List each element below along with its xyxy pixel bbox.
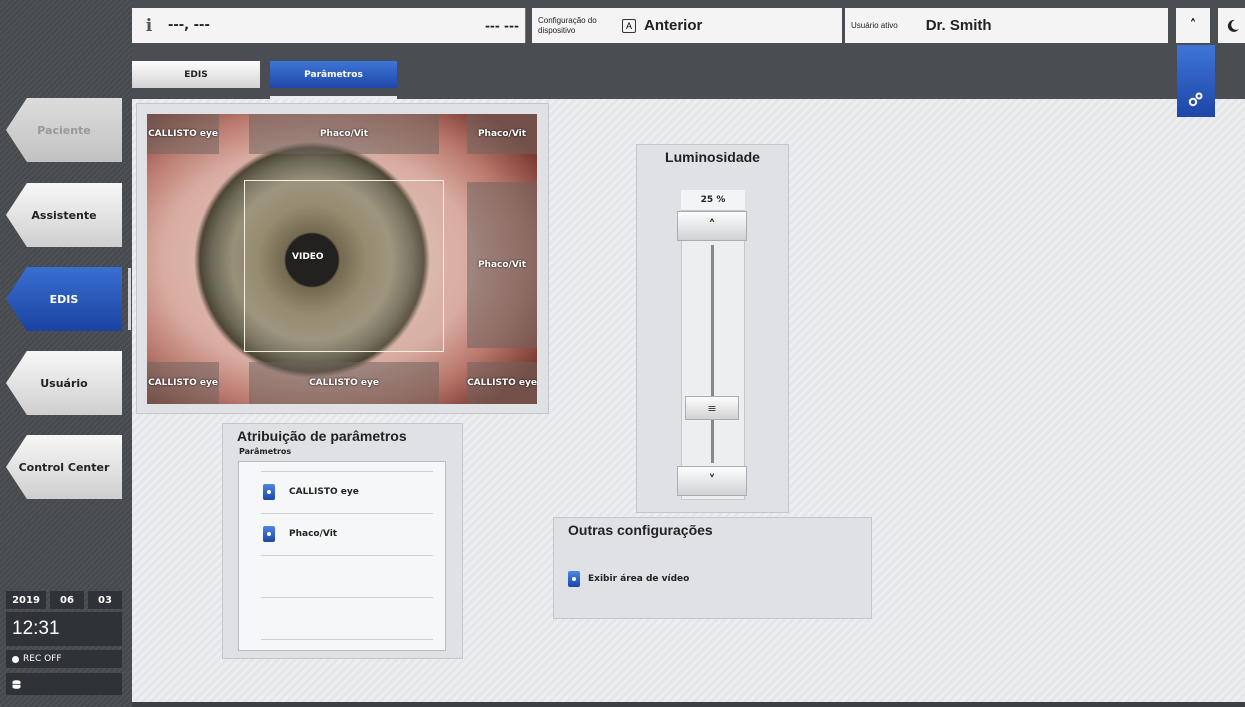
parameter-list: CALLISTO eye Phaco/Vit: [238, 461, 446, 651]
active-nav-indicator: [128, 268, 131, 330]
tab-edis[interactable]: EDIS: [132, 61, 260, 88]
active-user-label: Usuário ativo: [851, 21, 898, 30]
date-year: 2019: [6, 591, 46, 609]
tab-parametros[interactable]: Parâmetros: [270, 61, 397, 88]
date-month: 06: [50, 591, 84, 609]
device-config-label: Configuração do dispositivo: [538, 15, 597, 35]
show-video-area-option[interactable]: Exibir área de vídeo: [568, 571, 689, 587]
luminosity-title: Luminosidade: [665, 149, 760, 165]
luminosity-slider-thumb[interactable]: ≡: [685, 396, 739, 420]
luminosity-down-button[interactable]: ˅: [677, 466, 747, 496]
list-item-phaco[interactable]: Phaco/Vit: [263, 526, 337, 542]
database-icon: [12, 679, 21, 689]
zone-bottom-center[interactable]: CALLISTO eye: [249, 362, 439, 404]
main-content: CALLISTO eye Phaco/Vit Phaco/Vit Phaco/V…: [132, 99, 1245, 704]
list-divider: [261, 639, 433, 640]
patient-info-bar[interactable]: i ---, --- --- ---: [132, 8, 526, 43]
date-display: 2019 06 03: [6, 591, 122, 609]
other-settings-title: Outras configurações: [568, 522, 713, 538]
chevron-up-icon: ˄: [1189, 18, 1197, 33]
eye-image: CALLISTO eye Phaco/Vit Phaco/Vit Phaco/V…: [147, 114, 537, 404]
active-user-name: Dr. Smith: [925, 17, 992, 34]
list-item-label: Phaco/Vit: [289, 529, 338, 539]
zone-top-left[interactable]: CALLISTO eye: [147, 114, 219, 154]
collapse-up-button[interactable]: ˄: [1176, 8, 1210, 43]
show-video-area-label: Exibir área de vídeo: [588, 574, 690, 584]
sidebar-item-control-center[interactable]: Control Center: [6, 435, 122, 499]
device-config-value: Anterior: [644, 17, 703, 34]
zone-top-center[interactable]: Phaco/Vit: [249, 114, 439, 154]
luminosity-value: 25 %: [681, 190, 745, 210]
sidebar-item-assistente[interactable]: Assistente: [6, 183, 122, 247]
top-header: i ---, --- --- --- Configuração do dispo…: [132, 8, 1245, 43]
chevron-down-icon: ˅: [708, 473, 716, 489]
radio-icon[interactable]: [263, 526, 275, 542]
moon-icon: [1227, 19, 1239, 32]
list-divider: [261, 555, 433, 556]
list-divider: [261, 513, 433, 514]
list-divider: [261, 597, 433, 598]
eye-preview-panel: CALLISTO eye Phaco/Vit Phaco/Vit Phaco/V…: [136, 103, 549, 414]
grip-icon: ≡: [707, 401, 717, 415]
radio-icon[interactable]: [568, 571, 580, 587]
video-area[interactable]: [244, 180, 444, 352]
zone-bottom-left[interactable]: CALLISTO eye: [147, 362, 219, 404]
storage-indicator[interactable]: [6, 673, 122, 695]
list-item-callisto[interactable]: CALLISTO eye: [263, 484, 359, 500]
sidebar-item-usuario[interactable]: Usuário: [6, 351, 122, 415]
gears-icon: [1188, 92, 1203, 107]
zone-bottom-right[interactable]: CALLISTO eye: [467, 362, 537, 404]
parameter-assignment-panel: Atribuição de parâmetros Parâmetros CALL…: [222, 423, 463, 659]
zone-top-right[interactable]: Phaco/Vit: [467, 114, 537, 154]
settings-button[interactable]: [1177, 45, 1215, 117]
zone-middle-right[interactable]: Phaco/Vit: [467, 182, 537, 348]
sidebar-item-edis[interactable]: EDIS: [6, 267, 122, 331]
device-config[interactable]: Configuração do dispositivo A Anterior: [532, 8, 842, 43]
patient-date: --- ---: [484, 18, 519, 33]
luminosity-up-button[interactable]: ˄: [677, 211, 747, 241]
rec-status: REC OFF: [6, 650, 122, 668]
assignment-title: Atribuição de parâmetros: [237, 428, 407, 444]
rec-status-label: REC OFF: [23, 654, 62, 664]
rec-dot-icon: [12, 655, 19, 663]
night-mode-button[interactable]: [1218, 8, 1245, 43]
sidebar: Paciente Assistente EDIS Usuário Control…: [0, 0, 132, 707]
sidebar-item-paciente[interactable]: Paciente: [6, 98, 122, 162]
video-label: VIDEO: [292, 252, 324, 262]
chevron-up-icon: ˄: [708, 218, 716, 234]
list-divider: [261, 471, 433, 472]
luminosity-panel: Luminosidade 25 % ˄ ≡ ˅: [636, 144, 789, 513]
slider-line: [711, 245, 714, 463]
other-settings-panel: Outras configurações Exibir área de víde…: [553, 517, 872, 619]
active-user[interactable]: Usuário ativo Dr. Smith: [845, 8, 1168, 43]
list-item-label: CALLISTO eye: [289, 487, 359, 497]
radio-icon[interactable]: [263, 484, 275, 500]
bottom-bar: [132, 702, 1245, 707]
patient-name: ---, ---: [168, 18, 210, 33]
info-icon[interactable]: i: [140, 16, 158, 36]
date-day: 03: [88, 591, 122, 609]
config-mode-icon: A: [622, 18, 636, 33]
clock-time: 12:31: [6, 612, 122, 646]
assignment-subtitle: Parâmetros: [239, 447, 292, 456]
